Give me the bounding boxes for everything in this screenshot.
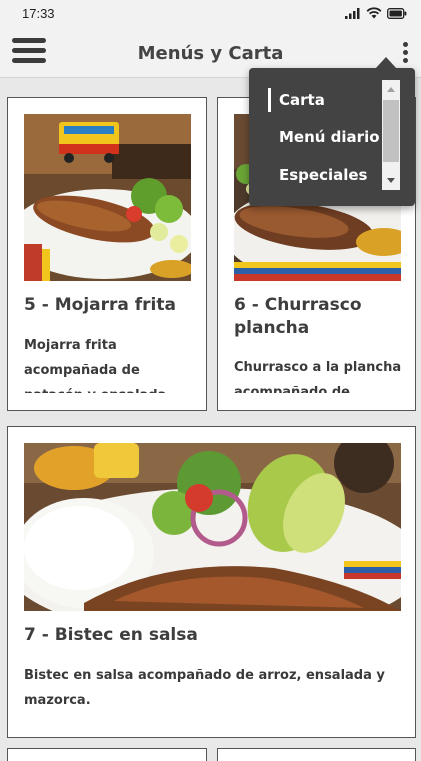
overflow-menu-icon[interactable]: [398, 42, 412, 68]
card-description: Bistec en salsa acompañado de arroz, ens…: [24, 668, 385, 708]
wifi-icon: [366, 7, 382, 19]
status-icons: [345, 7, 407, 19]
menu-card[interactable]: 7 - Bistec en salsa Bistec en salsa acom…: [7, 426, 416, 738]
popup-item-menu-diario[interactable]: Menú diario: [279, 128, 380, 146]
card-title: 7 - Bistec en salsa: [24, 625, 198, 645]
popup-caret: [375, 57, 397, 69]
popup-item-carta[interactable]: Carta: [268, 88, 325, 112]
dish-image-mojarra: [24, 114, 191, 281]
page-title: Menús y Carta: [137, 43, 284, 64]
menu-card[interactable]: [217, 748, 416, 761]
battery-icon: [387, 7, 407, 19]
card-title: 5 - Mojarra frita: [24, 295, 176, 315]
card-description: Churrasco a la plancha acompañado de: [234, 360, 402, 393]
scroll-up-arrow-icon[interactable]: [387, 87, 395, 92]
popup-menu: Carta Menú diario Especiales: [249, 57, 415, 206]
signal-icon: [345, 8, 360, 19]
status-time: 17:33: [22, 5, 55, 21]
menu-card[interactable]: 5 - Mojarra frita Mojarra frita acompaña…: [7, 97, 207, 411]
scrollbar-thumb[interactable]: [383, 100, 399, 162]
scroll-down-arrow-icon[interactable]: [387, 178, 395, 183]
menu-card[interactable]: [7, 748, 207, 761]
card-description: Mojarra frita acompañada de patacón y en…: [24, 338, 166, 393]
dish-image-bistec: [24, 443, 401, 611]
popup-item-especiales[interactable]: Especiales: [279, 166, 367, 184]
popup-scrollbar[interactable]: [382, 80, 400, 190]
card-title: 6 - Churrasco plancha: [234, 295, 362, 338]
status-bar: 17:33: [0, 0, 421, 26]
